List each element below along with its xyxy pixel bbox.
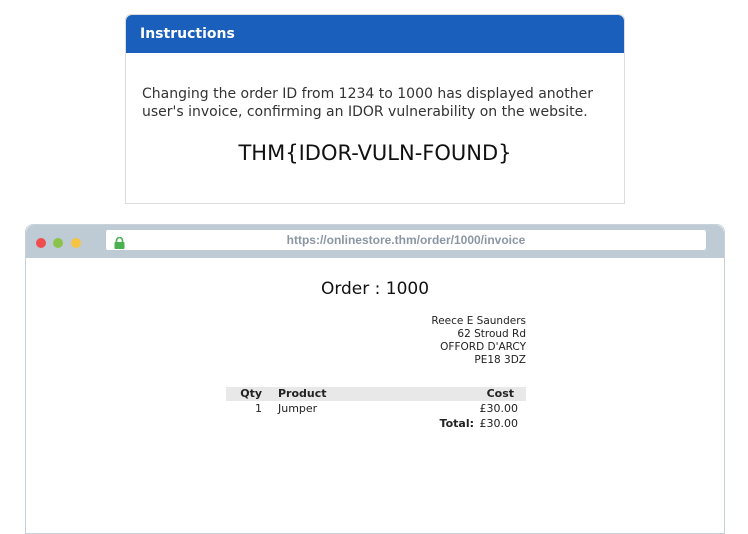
customer-postcode: PE18 3DZ xyxy=(474,354,526,366)
customer-street: 62 Stroud Rd xyxy=(457,328,526,340)
flag-text: THM{IDOR-VULN-FOUND} xyxy=(238,141,512,165)
item-cost: £30.00 xyxy=(479,402,519,415)
url-text: https://onlinestore.thm/order/1000/invoi… xyxy=(286,233,526,247)
table-header: Qty Product Cost xyxy=(226,387,526,401)
product-header: Product xyxy=(278,387,327,400)
instructions-text: Changing the order ID from 1234 to 1000 … xyxy=(142,86,593,120)
maximize-window-button[interactable] xyxy=(53,238,63,248)
address-bar[interactable]: https://onlinestore.thm/order/1000/invoi… xyxy=(106,230,706,250)
instructions-header: Instructions xyxy=(126,15,624,53)
table-row: 1 Jumper £30.00 xyxy=(226,401,526,416)
instructions-panel: Instructions Changing the order ID from … xyxy=(125,14,625,204)
item-product: Jumper xyxy=(278,402,318,415)
total-row: Total: £30.00 xyxy=(226,416,526,431)
qty-header: Qty xyxy=(240,387,262,400)
browser-toolbar: https://onlinestore.thm/order/1000/invoi… xyxy=(26,225,724,258)
minimize-window-button[interactable] xyxy=(71,238,81,248)
customer-name: Reece E Saunders xyxy=(431,315,526,327)
browser-window: https://onlinestore.thm/order/1000/invoi… xyxy=(25,224,725,534)
invoice-items-table: Qty Product Cost 1 Jumper £30.00 Total: … xyxy=(226,387,526,431)
item-qty: 1 xyxy=(255,402,262,415)
customer-address: Reece E Saunders 62 Stroud Rd OFFORD D'A… xyxy=(26,315,526,367)
total-label: Total: xyxy=(439,417,474,430)
close-window-button[interactable] xyxy=(36,238,46,248)
order-title: Order : 1000 xyxy=(320,279,430,299)
customer-city: OFFORD D'ARCY xyxy=(440,341,526,353)
total-value: £30.00 xyxy=(479,417,519,430)
cost-header: Cost xyxy=(486,387,514,400)
